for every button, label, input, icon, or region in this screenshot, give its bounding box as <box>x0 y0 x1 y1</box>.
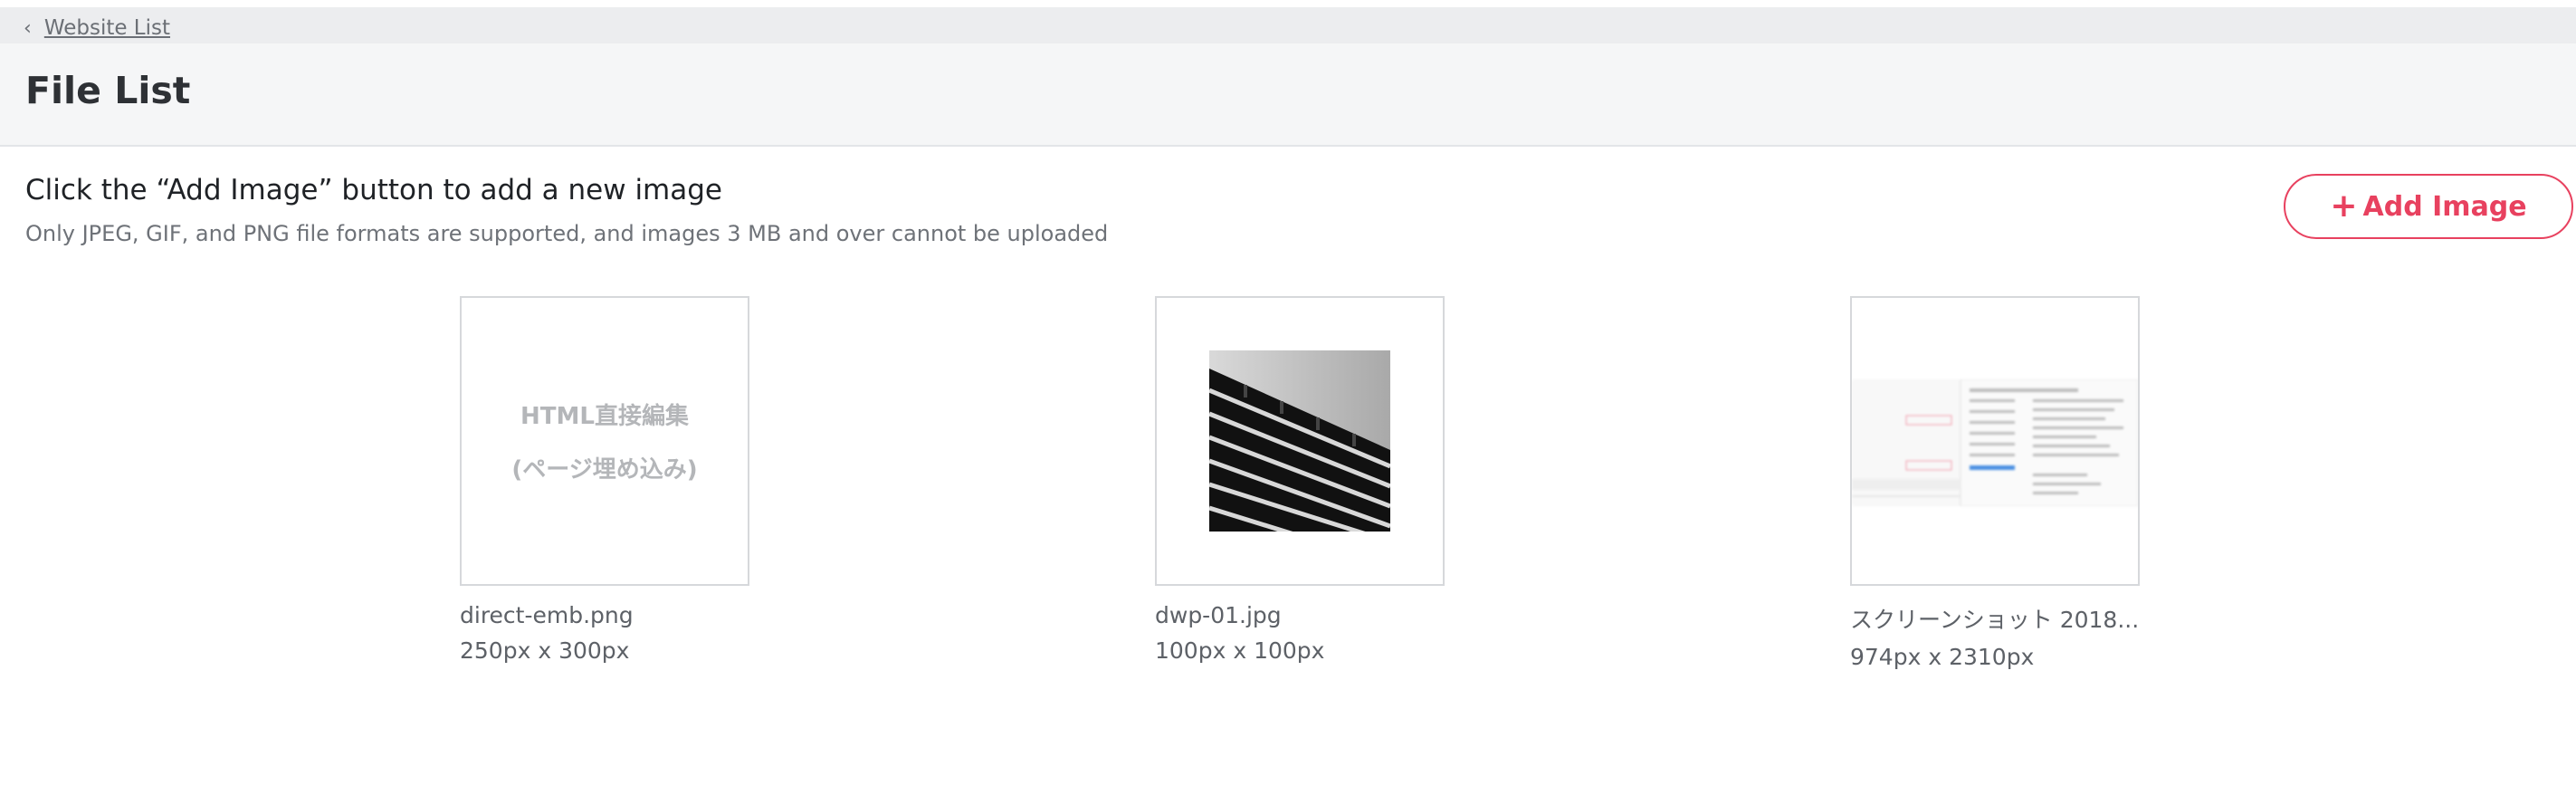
plus-icon: + <box>2330 187 2358 225</box>
thumbnail-text-line: HTML直接編集 <box>520 403 689 430</box>
breadcrumb: ‹ Website List <box>0 7 2576 43</box>
file-thumbnail[interactable] <box>1155 296 1445 586</box>
file-dimensions: 100px x 100px <box>1155 637 1325 664</box>
file-dimensions: 974px x 2310px <box>1850 644 2035 670</box>
file-dimensions: 250px x 300px <box>460 637 630 664</box>
thumbnail-image: HTML直接編集 (ページ埋め込み) <box>462 320 748 562</box>
breadcrumb-back[interactable]: ‹ Website List <box>24 16 170 40</box>
screenshot-thumbnail <box>1852 379 2138 506</box>
building-photo-thumbnail <box>1209 350 1390 532</box>
add-image-button[interactable]: + Add Image <box>2284 174 2573 239</box>
top-spacer <box>0 0 2576 7</box>
file-card-dwp-01[interactable]: dwp-01.jpg 100px x 100px <box>1155 296 1445 664</box>
file-name: dwp-01.jpg <box>1155 602 1282 628</box>
intro: Click the “Add Image” button to add a ne… <box>25 174 1108 246</box>
thumbnail-text-line: (ページ埋め込み) <box>511 456 698 484</box>
file-name: direct-emb.png <box>460 602 634 628</box>
intro-subtitle: Only JPEG, GIF, and PNG file formats are… <box>25 221 1109 246</box>
page-title: File List <box>25 69 191 112</box>
website-list-link[interactable]: Website List <box>44 16 170 40</box>
file-thumbnail[interactable]: HTML直接編集 (ページ埋め込み) <box>460 296 749 586</box>
chevron-left-icon: ‹ <box>24 16 32 40</box>
intro-title: Click the “Add Image” button to add a ne… <box>25 174 723 206</box>
file-thumbnail[interactable] <box>1850 296 2140 586</box>
title-bar: File List <box>0 43 2576 147</box>
file-card-screenshot[interactable]: スクリーンショット 2018... 974px x 2310px <box>1850 296 2140 670</box>
file-card-direct-emb[interactable]: HTML直接編集 (ページ埋め込み) direct-emb.png 250px … <box>460 296 749 664</box>
file-name: スクリーンショット 2018... <box>1850 607 2140 633</box>
add-image-label: Add Image <box>2362 190 2527 223</box>
